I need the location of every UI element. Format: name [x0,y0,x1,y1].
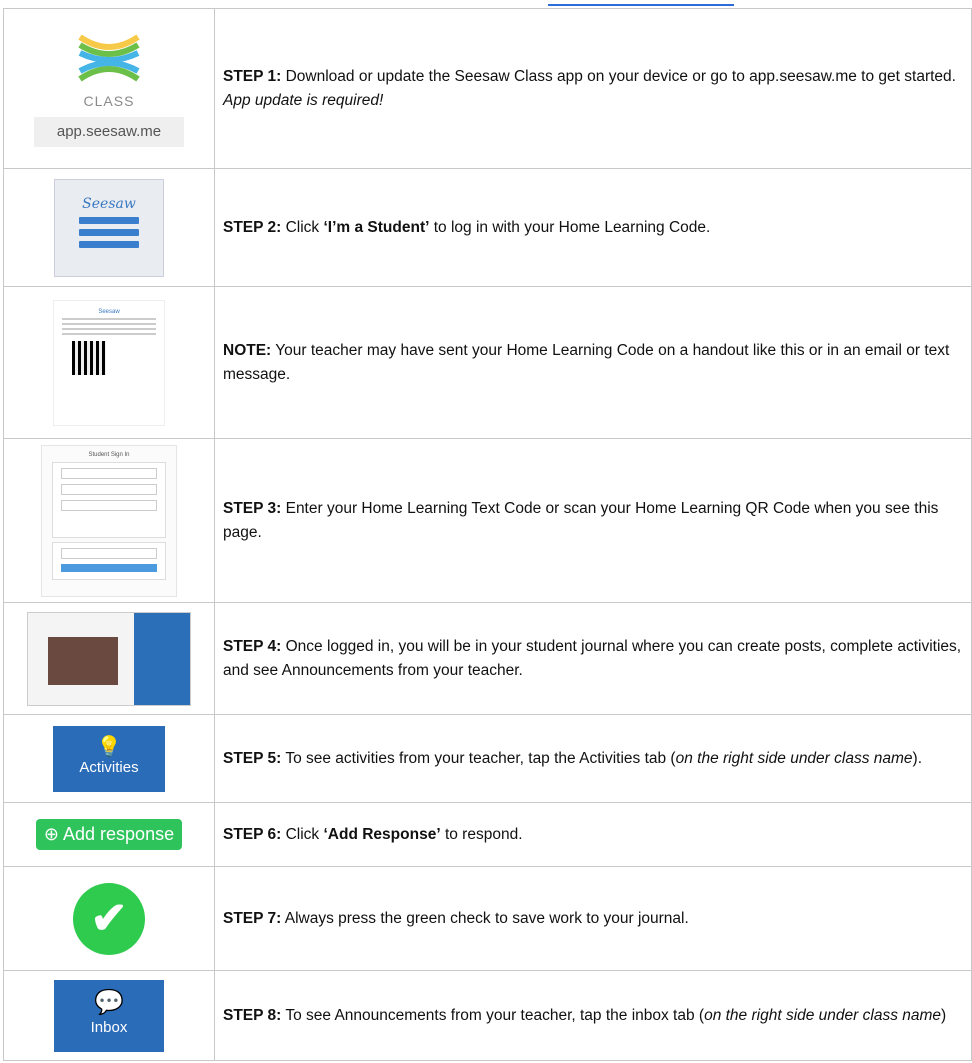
scan-bar-shape [61,563,157,572]
step-3-label: STEP 3: [223,499,282,517]
step-8-body: To see Announcements from your teacher, … [281,1006,705,1024]
field-shape [61,483,157,495]
text-line [62,332,156,335]
step-8-image-cell: 💬 Inbox [3,970,215,1061]
step-1-text: STEP 1: Download or update the Seesaw Cl… [214,8,972,169]
seesaw-logo-text: Seesaw [82,195,136,212]
step-1-image-cell: CLASS app.seesaw.me [3,8,215,169]
activities-tab-label: Activities [79,758,139,776]
step-8-body-end: ) [941,1006,947,1024]
step-2-text: STEP 2: Click ‘I’m a Student’ to log in … [214,168,972,287]
inbox-tab-tile[interactable]: 💬 Inbox [54,979,164,1052]
step-7-image-cell: ✔ [3,866,215,971]
step-7-row: ✔ STEP 7: Always press the green check t… [3,866,972,971]
step-3-row: Student Sign In STEP 3: Enter your Home … [3,438,972,603]
step-2-body-end: to log in with your Home Learning Code. [429,218,711,236]
add-response-button[interactable]: ⊕ Add response [35,819,183,850]
step-2-label: STEP 2: [223,218,282,236]
step-6-text: STEP 6: Click ‘Add Response’ to respond. [214,802,972,867]
step-8-text: STEP 8: To see Announcements from your t… [214,970,972,1061]
step-2-body: Click [281,218,324,236]
add-response-label: Add response [63,824,175,844]
handout-logo-text: Seesaw [98,308,120,315]
student-journal-screenshot [27,611,191,706]
step-3-text: STEP 3: Enter your Home Learning Text Co… [214,438,972,603]
note-image-cell: Seesaw [3,286,215,439]
step-6-image-cell: ⊕ Add response [3,802,215,867]
login-button-shape [79,216,139,224]
signin-form-shape [52,461,166,538]
step-3-body: Enter your Home Learning Text Code or sc… [223,499,939,541]
text-line [62,317,156,320]
field-shape [61,467,157,479]
seesaw-class-logo: CLASS app.seesaw.me [34,29,184,149]
activities-tab-tile[interactable]: 💡 Activities [53,725,165,792]
step-1-emphasis: App update is required! [223,91,384,109]
step-2-quote: ‘I’m a Student’ [323,218,430,236]
step-4-label: STEP 4: [223,637,282,655]
step-4-row: STEP 4: Once logged in, you will be in y… [3,602,972,715]
note-text: NOTE: Your teacher may have sent your Ho… [214,286,972,439]
step-2-row: Seesaw STEP 2: Click ‘I’m a Student’ to … [3,168,972,287]
note-body: Your teacher may have sent your Home Lea… [223,341,950,383]
qr-code-icon [72,340,106,375]
step-5-text: STEP 5: To see activities from your teac… [214,714,972,803]
inbox-tab-label: Inbox [90,1018,128,1036]
step-7-text: STEP 7: Always press the green check to … [214,866,972,971]
class-brand-text: CLASS [83,92,135,109]
step-7-body: Always press the green check to save wor… [281,909,689,927]
step-8-row: 💬 Inbox STEP 8: To see Announcements fro… [3,970,972,1061]
step-5-body-end: ). [912,749,923,767]
step-7-label: STEP 7: [223,909,282,927]
step-1-row: CLASS app.seesaw.me STEP 1: Download or … [3,8,972,169]
note-label: NOTE: [223,341,272,359]
plus-circle-icon: ⊕ [43,824,59,844]
signin-title: Student Sign In [88,451,130,458]
chat-bubbles-icon: 💬 [94,988,124,1016]
seesaw-login-screenshot: Seesaw [54,178,164,277]
step-6-quote: ‘Add Response’ [323,825,441,843]
step-6-label: STEP 6: [223,825,282,843]
step-5-image-cell: 💡 Activities [3,714,215,803]
step-1-label: STEP 1: [223,67,282,85]
student-signin-screenshot: Student Sign In [41,444,177,597]
step-8-emphasis: on the right side under class name [704,1006,942,1024]
step-5-row: 💡 Activities STEP 5: To see activities f… [3,714,972,803]
step-6-body: Click [281,825,324,843]
step-5-body: To see activities from your teacher, tap… [281,749,676,767]
step-5-label: STEP 5: [223,749,282,767]
handout-screenshot: Seesaw [53,299,165,426]
field-shape [61,499,157,511]
step-4-body: Once logged in, you will be in your stud… [223,637,962,679]
app-url-text: app.seesaw.me [34,116,184,147]
step-3-image-cell: Student Sign In [3,438,215,603]
step-2-image-cell: Seesaw [3,168,215,287]
steps-table: CLASS app.seesaw.me STEP 1: Download or … [3,8,972,1061]
step-4-image-cell [3,602,215,715]
seesaw-logo-icon [78,33,140,82]
step-6-body-end: to respond. [440,825,523,843]
lightbulb-icon: 💡 [96,735,122,758]
journal-side-panel [134,612,190,705]
step-4-text: STEP 4: Once logged in, you will be in y… [214,602,972,715]
field-shape [61,547,157,559]
check-icon[interactable]: ✔ [73,882,145,955]
code-form-shape [52,541,166,580]
step-5-emphasis: on the right side under class name [675,749,913,767]
step-6-row: ⊕ Add response STEP 6: Click ‘Add Respon… [3,802,972,867]
login-button-shape [79,240,139,248]
top-link-underline[interactable] [548,0,734,6]
step-1-body: Download or update the Seesaw Class app … [281,67,956,85]
login-button-shape [79,228,139,236]
text-line [62,322,156,325]
text-line [62,327,156,330]
journal-photo-shape [48,636,118,685]
step-8-label: STEP 8: [223,1006,282,1024]
note-row: Seesaw NOTE: Your teacher may have sent … [3,286,972,439]
